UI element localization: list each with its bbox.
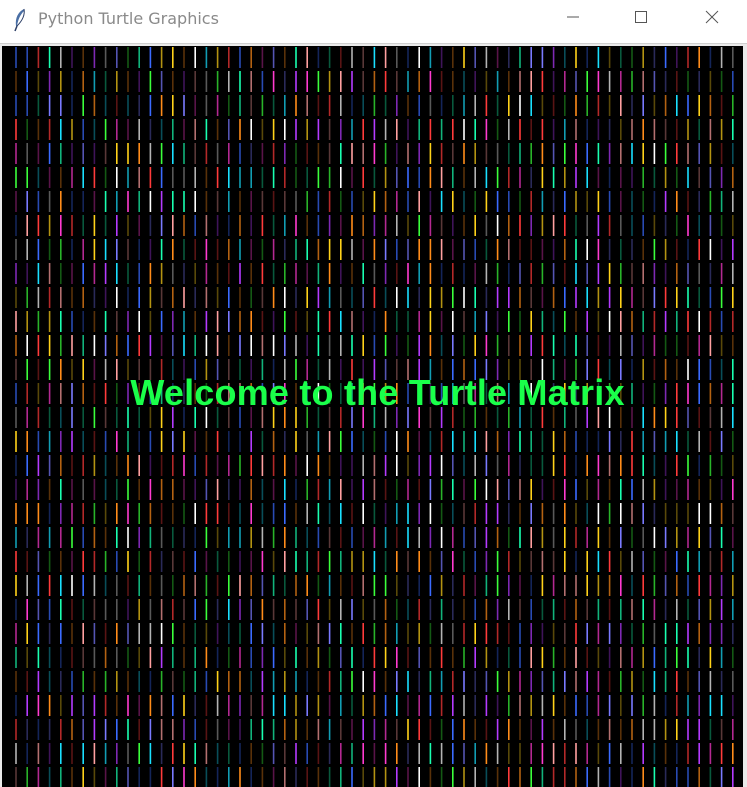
close-button[interactable] (689, 0, 735, 38)
welcome-message: Welcome to the Turtle Matrix (130, 372, 625, 413)
close-icon (704, 9, 720, 29)
title-bar[interactable]: Python Turtle Graphics (0, 0, 747, 40)
minimize-icon (565, 9, 581, 29)
turtle-canvas[interactable]: Welcome to the Turtle Matrix (2, 46, 743, 787)
minimize-button[interactable] (550, 0, 596, 38)
turtle-window: Python Turtle Graphics Welcome to the Tu… (0, 0, 747, 787)
window-title: Python Turtle Graphics (38, 9, 219, 28)
feather-icon (12, 8, 28, 32)
canvas-frame: Welcome to the Turtle Matrix (0, 43, 747, 787)
matrix-rain (15, 47, 734, 787)
maximize-button[interactable] (618, 0, 664, 38)
maximize-icon (633, 9, 649, 29)
